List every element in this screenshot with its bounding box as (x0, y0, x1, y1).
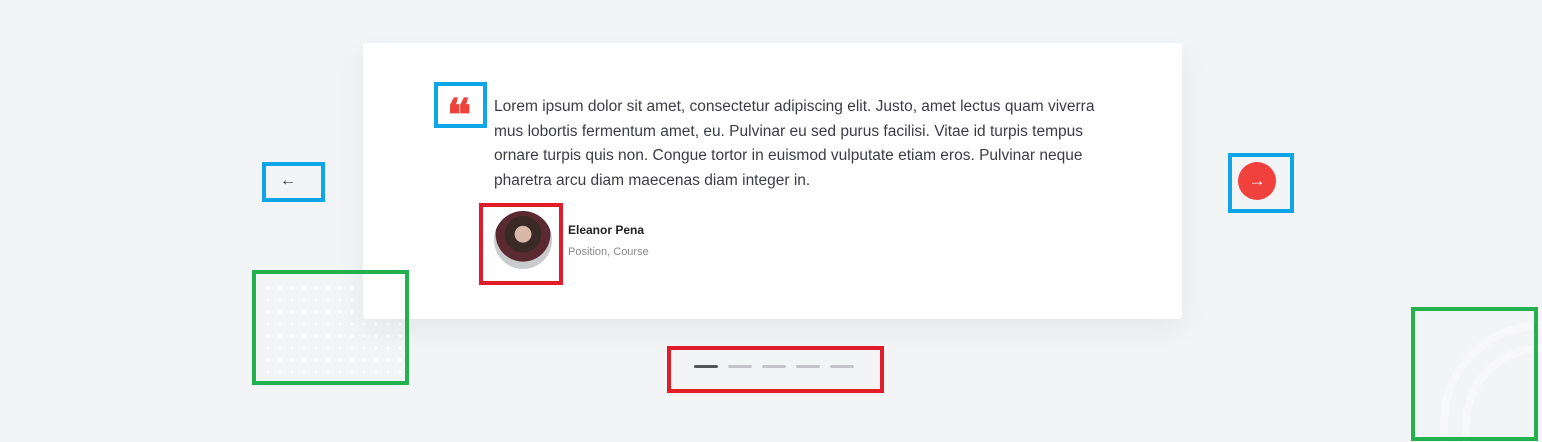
author-role: Position, Course (568, 246, 649, 258)
author-name: Eleanor Pena (568, 223, 645, 237)
testimonial-text: Lorem ipsum dolor sit amet, consectetur … (494, 98, 1095, 189)
annotation-box (667, 346, 884, 393)
avatar (494, 211, 552, 269)
next-button[interactable]: → (1238, 162, 1276, 200)
pagination-dot[interactable] (728, 365, 752, 368)
pagination-dot[interactable] (796, 365, 820, 368)
pagination-dot[interactable] (830, 365, 854, 368)
pagination (694, 365, 854, 368)
pagination-dot[interactable] (762, 365, 786, 368)
quote-icon: ❛❛ (447, 90, 471, 141)
pagination-dot[interactable] (694, 365, 718, 368)
prev-button[interactable]: ← (270, 168, 306, 194)
